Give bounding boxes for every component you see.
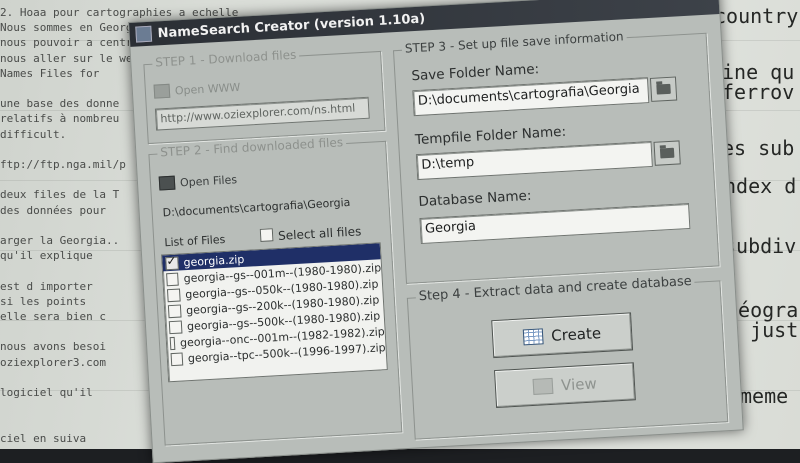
background-word: ndex d <box>724 174 797 198</box>
background-text-line: si les points <box>0 294 87 308</box>
background-text-line: qu'il explique <box>0 249 93 263</box>
step3-title: STEP 3 - Set up file save information <box>401 29 627 56</box>
app-icon <box>135 25 153 43</box>
step3-group: STEP 3 - Set up file save information Sa… <box>392 29 720 284</box>
view-label: View <box>560 374 598 395</box>
file-list[interactable]: georgia.zipgeorgia--gs--001m--(1980-1980… <box>161 242 388 383</box>
save-folder-label: Save Folder Name: <box>411 61 540 85</box>
database-name-label: Database Name: <box>418 187 532 211</box>
checkbox-icon[interactable] <box>167 303 182 318</box>
open-www-button[interactable]: Open WWW <box>153 80 241 99</box>
checkbox-icon[interactable] <box>259 228 274 242</box>
save-folder-field[interactable]: D:\documents\cartografia\Georgia <box>412 77 650 117</box>
open-www-label: Open WWW <box>174 80 241 97</box>
background-text-line: nous aller sur le web <box>0 51 140 65</box>
database-name-field[interactable]: Georgia <box>419 202 691 244</box>
create-button[interactable]: Create <box>491 312 634 359</box>
create-label: Create <box>550 324 602 345</box>
background-text-line: Names Files for <box>0 66 100 80</box>
background-word: ferrov <box>722 80 795 104</box>
step4-group: Step 4 - Extract data and create databas… <box>406 273 729 440</box>
background-text-line: relatifs à nombreu <box>0 112 120 126</box>
folder-icon <box>659 147 675 159</box>
background-text-line: deux files de la T <box>0 188 120 202</box>
background-text-line: ftp://ftp.nga.mil/p <box>0 158 126 171</box>
background-text-line: logiciel qu'il <box>0 386 93 399</box>
tempfile-folder-field[interactable]: D:\temp <box>415 140 653 181</box>
background-word: meme <box>740 384 789 408</box>
globe-icon <box>153 83 171 99</box>
file-name: georgia.zip <box>183 252 245 269</box>
list-of-files-label: List of Files <box>164 232 226 250</box>
checkbox-icon[interactable] <box>166 272 180 286</box>
select-all-checkbox[interactable]: Select all files <box>259 223 362 244</box>
url-field[interactable]: http://www.oziexplorer.com/ns.html <box>154 96 370 131</box>
namesearch-creator-dialog: NameSearch Creator (version 1.10a) STEP … <box>128 0 744 463</box>
checkbox-icon[interactable] <box>168 319 183 334</box>
tempfile-folder-label: Tempfile Folder Name: <box>414 123 567 149</box>
checkbox-icon[interactable] <box>170 351 184 366</box>
background-text-line: est d importer <box>0 279 93 293</box>
open-files-label: Open Files <box>179 172 238 189</box>
background-word: es sub <box>722 136 795 160</box>
folder-icon <box>656 83 671 95</box>
step2-group: STEP 2 - Find downloaded files Open File… <box>148 135 403 446</box>
background-word: subdiv <box>724 234 797 258</box>
checkbox-icon[interactable] <box>166 288 181 302</box>
background-text-line: ciel en suiva <box>0 431 87 445</box>
folder-open-icon <box>158 175 176 191</box>
view-table-icon <box>532 377 554 395</box>
background-text-line: elle sera bien c <box>0 310 106 323</box>
checkbox-icon[interactable] <box>169 336 176 350</box>
background-text-line: une base des donne <box>0 97 120 111</box>
select-all-label: Select all files <box>277 224 362 243</box>
background-text-line: arger la Georgia.. <box>0 234 120 247</box>
background-word: country <box>714 4 799 28</box>
background-text-line: oziexplorer3.com <box>0 355 106 369</box>
folder-path: D:\documents\cartografia\Georgia <box>162 195 351 220</box>
database-table-icon <box>522 328 544 346</box>
background-text-line: nous avons besoi <box>0 340 106 354</box>
tempfile-folder-browse-button[interactable] <box>653 140 681 166</box>
open-files-button[interactable]: Open Files <box>158 172 238 191</box>
step1-title: STEP 1 - Download files <box>151 47 300 70</box>
background-text-line: des données pour <box>0 203 106 217</box>
step1-group: STEP 1 - Download files Open WWW http://… <box>143 47 386 145</box>
save-folder-browse-button[interactable] <box>649 76 678 102</box>
view-button[interactable]: View <box>494 362 636 409</box>
background-text-line: difficult. <box>0 127 67 141</box>
checkbox-icon[interactable] <box>165 256 179 270</box>
